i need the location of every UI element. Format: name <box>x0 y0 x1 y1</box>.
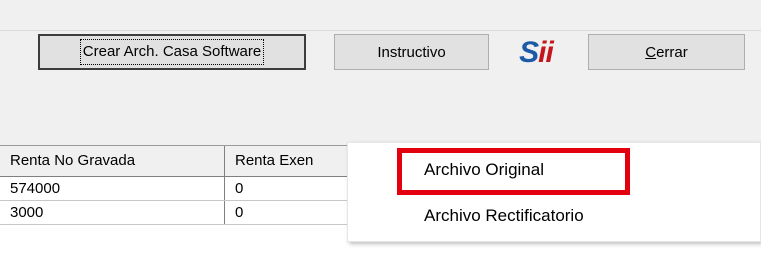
close-button[interactable]: Cerrar <box>588 34 745 70</box>
create-file-button-label: Crear Arch. Casa Software <box>79 39 265 65</box>
column-header-renta-no-gravada[interactable]: Renta No Gravada <box>0 146 225 176</box>
table-cell[interactable]: 3000 <box>0 201 225 224</box>
sii-logo-icon[interactable]: Sii <box>514 36 558 70</box>
close-button-label: Cerrar <box>645 43 688 61</box>
instructivo-button[interactable]: Instructivo <box>334 34 489 70</box>
instructivo-button-label: Instructivo <box>377 43 446 61</box>
top-strip <box>0 0 761 31</box>
create-file-button[interactable]: Crear Arch. Casa Software <box>38 34 306 70</box>
table-cell[interactable]: 574000 <box>0 177 225 200</box>
menu-item-archivo-rectificatorio[interactable]: Archivo Rectificatorio <box>424 206 584 226</box>
highlight-annotation <box>397 148 630 195</box>
